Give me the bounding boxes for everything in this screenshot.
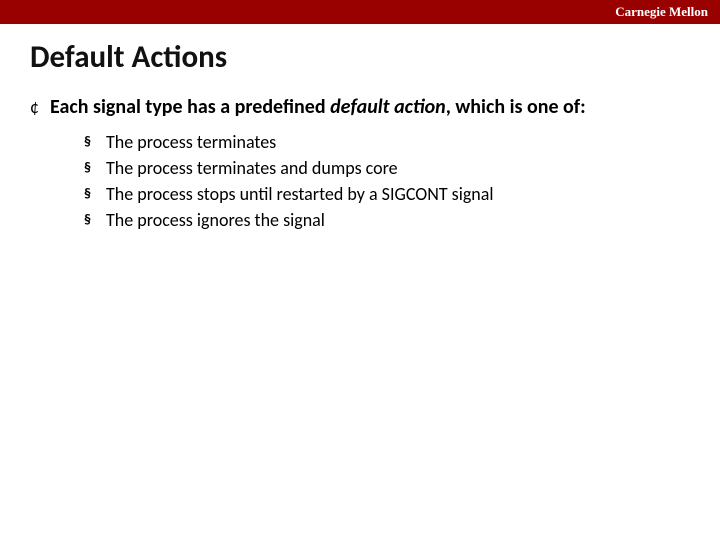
bullet-marker-hollow-circle: ¢ (30, 94, 50, 120)
list-item-text: The process ignores the signal (106, 208, 325, 232)
list-item: § The process stops until restarted by a… (84, 182, 680, 206)
list-item: § The process terminates (84, 130, 680, 154)
list-item-text: The process terminates and dumps core (106, 156, 398, 180)
list-item: § The process ignores the signal (84, 208, 680, 232)
bullet-marker-square: § (84, 130, 106, 154)
bullet-level2-list: § The process terminates § The process t… (84, 130, 680, 232)
list-item-text: The process terminates (106, 130, 276, 154)
bullet-level1: ¢ Each signal type has a predefined defa… (30, 94, 680, 120)
brand-label: Carnegie Mellon (615, 4, 708, 20)
bullet-marker-square: § (84, 156, 106, 180)
header-bar: Carnegie Mellon (0, 0, 720, 24)
bullet-marker-square: § (84, 182, 106, 206)
list-item-text: The process stops until restarted by a S… (106, 182, 494, 206)
bullet-level1-text: Each signal type has a predefined defaul… (50, 94, 586, 120)
slide: Carnegie Mellon Default Actions ¢ Each s… (0, 0, 720, 540)
list-item: § The process terminates and dumps core (84, 156, 680, 180)
slide-title: Default Actions (30, 38, 720, 76)
slide-content: ¢ Each signal type has a predefined defa… (30, 94, 680, 232)
bullet-marker-square: § (84, 208, 106, 232)
